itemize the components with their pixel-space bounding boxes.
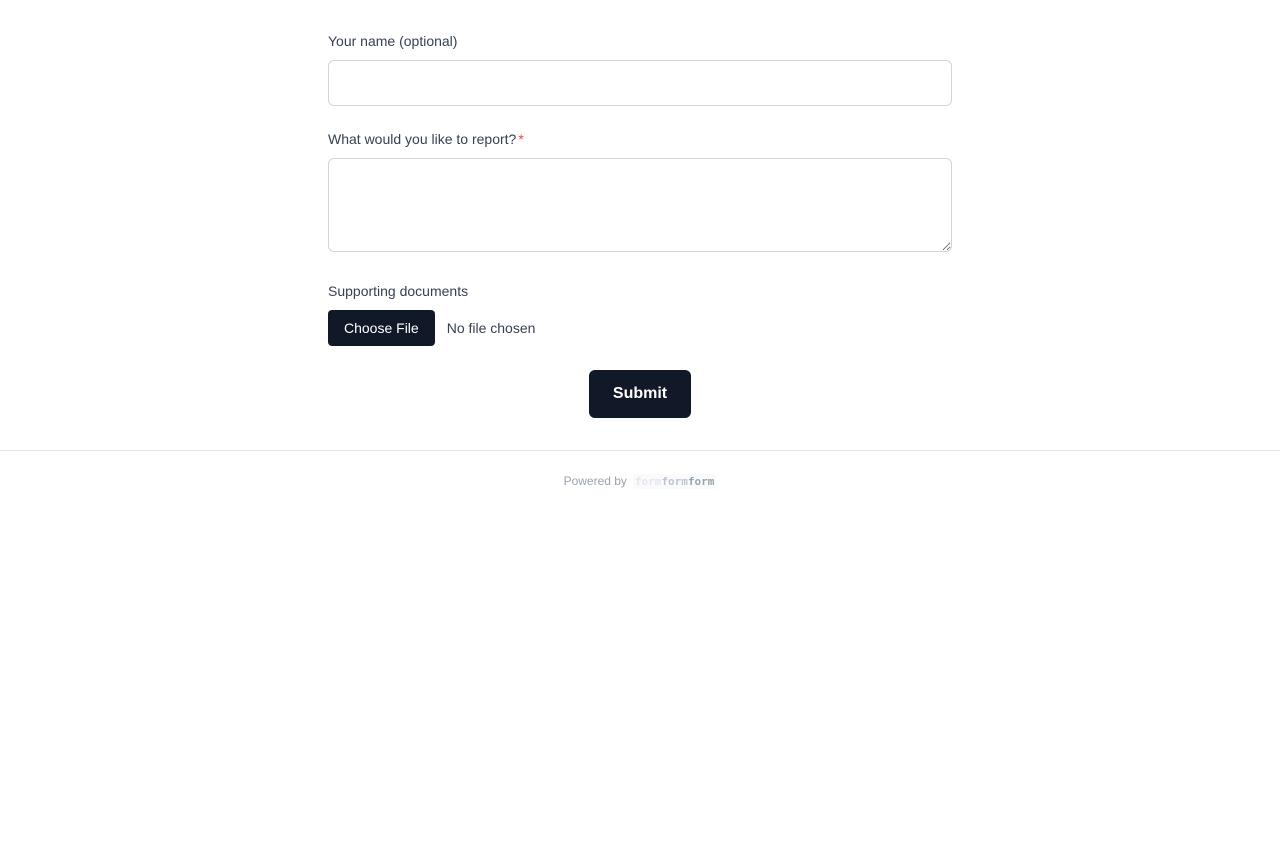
required-marker: * <box>518 131 524 147</box>
brand-logo-link[interactable]: form form form <box>632 473 717 489</box>
name-input[interactable] <box>328 60 952 106</box>
report-textarea[interactable] <box>328 158 952 252</box>
footer: Powered by form form form <box>0 472 1280 490</box>
documents-label: Supporting documents <box>328 283 469 299</box>
report-label: What would you like to report? * <box>328 131 524 147</box>
choose-file-button[interactable]: Choose File <box>328 310 435 346</box>
name-label: Your name (optional) <box>328 33 458 49</box>
footer-divider <box>0 450 1280 451</box>
brand-part: form <box>634 474 662 488</box>
file-input: Choose File No file chosen <box>328 310 535 346</box>
brand-part: form <box>661 474 688 488</box>
brand-part: form <box>687 474 715 488</box>
submit-button[interactable]: Submit <box>589 370 691 418</box>
powered-by-text: Powered by <box>563 474 627 488</box>
file-status: No file chosen <box>446 320 536 336</box>
